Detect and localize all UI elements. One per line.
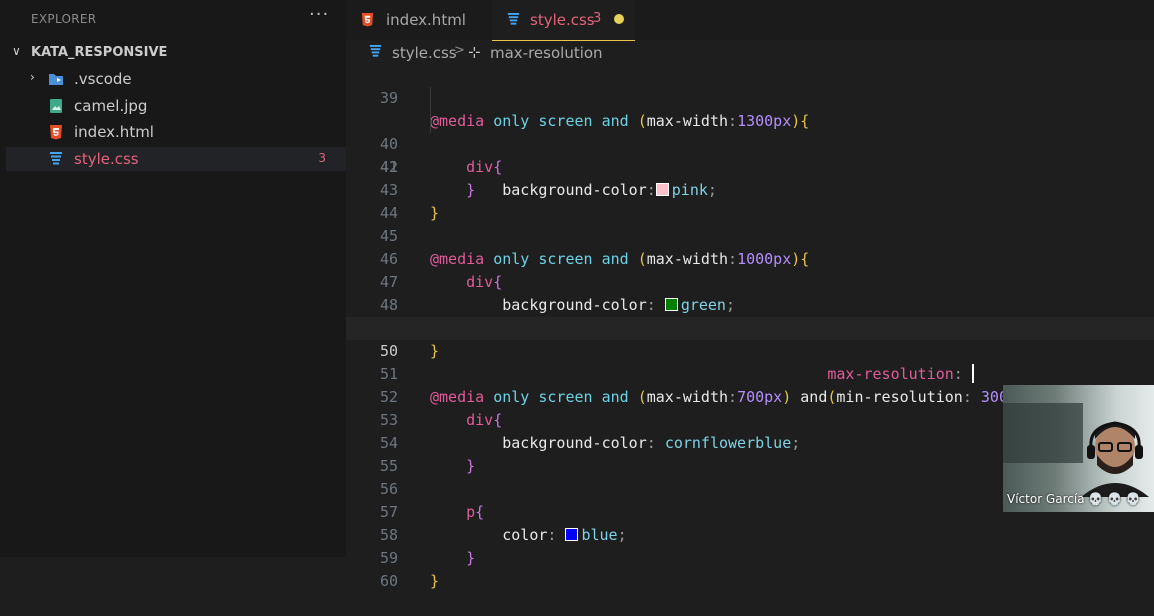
folder-kata-responsive[interactable]: ∨ KATA_RESPONSIVE <box>0 42 346 64</box>
code-line: 59 } <box>346 524 1154 590</box>
code-line: 42 } <box>346 133 1154 199</box>
code-line: 48 } <box>346 271 1154 337</box>
webcam-shelf <box>1003 403 1083 463</box>
breadcrumb-symbol[interactable]: max-resolution <box>490 44 603 62</box>
more-actions-icon[interactable]: ··· <box>309 4 329 25</box>
chevron-right-icon: › <box>30 70 35 84</box>
image-file-icon <box>50 99 62 113</box>
html5-icon <box>361 12 374 27</box>
explorer-sidebar: EXPLORER ··· ∨ KATA_RESPONSIVE › .vscode… <box>0 0 346 557</box>
folder-vscode-icon <box>49 74 63 85</box>
tree-item-label: .vscode <box>74 70 132 88</box>
breadcrumb-separator: > <box>454 43 465 58</box>
code-line: 51 @media only screen and (max-width:700… <box>346 340 1154 406</box>
tab-label: style.css <box>530 11 595 29</box>
tab-problem-count: 3 <box>593 11 602 26</box>
css3-icon <box>369 44 382 57</box>
tree-item-style-css[interactable]: style.css 3 <box>6 147 346 171</box>
tree-item-label: style.css <box>74 150 139 168</box>
code-line: 44 <box>346 179 1154 222</box>
unsaved-dot-icon[interactable] <box>614 14 624 24</box>
code-line: 43 } <box>346 156 1154 222</box>
tab-label: index.html <box>386 11 466 29</box>
tree-item-label: index.html <box>74 123 154 141</box>
symbol-icon: ⊹ <box>468 43 481 61</box>
tree-item-vscode[interactable]: › .vscode <box>6 67 346 91</box>
code-line-current: 50 max-resolution: <box>346 317 1154 383</box>
code-line: 46 div{ <box>346 225 1154 291</box>
code-line: 47 background-color: green; <box>346 248 1154 314</box>
editor-tabs: index.html style.css 3 <box>346 0 1154 41</box>
person-video-icon <box>1081 421 1149 497</box>
css3-icon <box>507 12 520 25</box>
code-line: 60 <box>346 547 1154 590</box>
html5-icon <box>50 125 62 140</box>
code-text: } <box>430 572 440 590</box>
explorer-title: EXPLORER <box>31 12 97 26</box>
breadcrumb: style.css > ⊹ max-resolution <box>346 42 1154 64</box>
webcam-name: Víctor García 💀 💀 💀 <box>1007 492 1141 506</box>
tab-style-css[interactable]: style.css 3 <box>492 0 635 41</box>
tab-index-html[interactable]: index.html <box>346 0 492 40</box>
breadcrumb-file[interactable]: style.css <box>392 44 457 62</box>
folder-name: KATA_RESPONSIVE <box>31 45 168 60</box>
tree-item-index-html[interactable]: index.html <box>6 120 346 144</box>
code-line: 41 background-color: pink; <box>346 110 1154 199</box>
tree-item-label: camel.jpg <box>74 97 148 115</box>
code-line: 40 div{ <box>346 87 1154 176</box>
code-line: 52 div{ <box>346 363 1154 429</box>
chevron-down-icon: ∨ <box>12 44 21 58</box>
code-line: 45 @media only screen and (max-width:100… <box>346 202 1154 268</box>
css3-icon <box>50 152 62 165</box>
problem-count-badge: 3 <box>318 151 326 165</box>
line-number: 60 <box>379 572 398 590</box>
tree-item-camel-jpg[interactable]: camel.jpg <box>6 94 346 118</box>
code-line: 49 } <box>346 294 1154 360</box>
code-line: 39 @media only screen and (max-width:130… <box>346 64 1154 130</box>
webcam-overlay: Víctor García 💀 💀 💀 <box>1003 385 1154 512</box>
